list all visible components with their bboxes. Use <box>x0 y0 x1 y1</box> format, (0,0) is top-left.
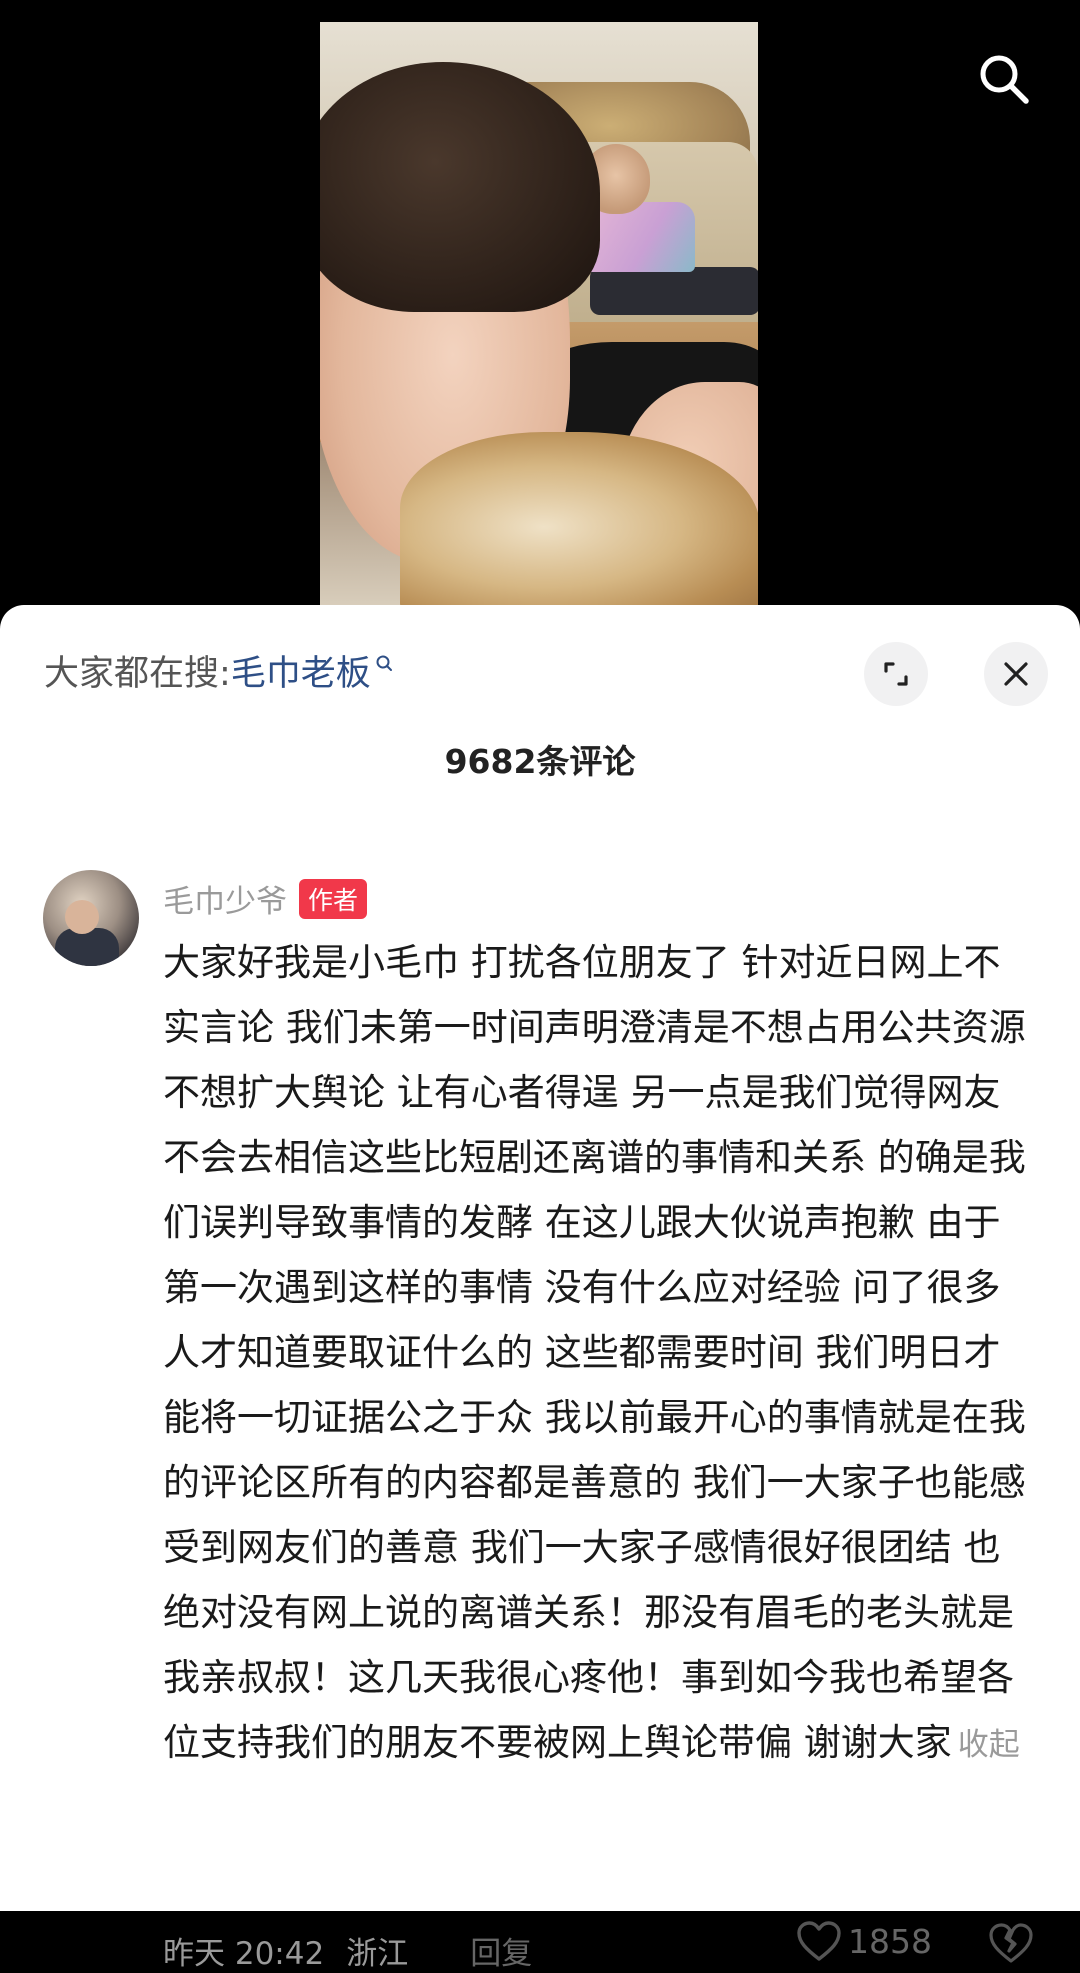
video-thumbnail[interactable] <box>320 22 758 605</box>
comment-count: 9682条评论 <box>444 742 636 781</box>
collapse-link[interactable]: 收起 <box>958 1727 1020 1763</box>
author-badge: 作者 <box>299 878 368 919</box>
search-icon[interactable] <box>976 51 1032 107</box>
trending-search: 大家都在搜: 毛巾老板 <box>44 645 393 696</box>
comment-meta: 昨天 20:42 浙江 回复 <box>163 1928 532 1973</box>
comment-body: 大家好我是小毛巾 打扰各位朋友了 针对近日网上不实言论 我们未第一时间声明澄清是… <box>163 930 1035 1778</box>
avatar-body <box>55 928 119 966</box>
close-button[interactable] <box>984 642 1048 706</box>
reply-button[interactable]: 回复 <box>470 1928 532 1973</box>
comment-text: 大家好我是小毛巾 打扰各位朋友了 针对近日网上不实言论 我们未第一时间声明澄清是… <box>163 941 1026 1764</box>
video-person-legs <box>590 267 758 315</box>
trending-search-prefix: 大家都在搜: <box>44 654 231 694</box>
heart-icon <box>797 1921 841 1961</box>
avatar-head <box>65 900 99 934</box>
author-row: 毛巾少爷 作者 <box>163 876 368 921</box>
like-count: 1858 <box>848 1921 932 1961</box>
comment-sheet: 大家都在搜: 毛巾老板 9682条评论 毛巾少爷 作者 大家好我是小毛巾 打扰各… <box>0 605 1080 1972</box>
expand-icon <box>884 662 908 686</box>
search-mini-icon <box>376 655 392 671</box>
close-icon <box>1004 662 1028 686</box>
like-button[interactable]: 1858 <box>796 1920 932 1962</box>
broken-heart-icon[interactable] <box>988 1920 1034 1966</box>
video-area[interactable] <box>0 0 1080 605</box>
comment-location: 浙江 <box>346 1936 409 1972</box>
comment-time: 昨天 20:42 <box>163 1936 325 1972</box>
video-pillow <box>400 432 758 605</box>
author-name[interactable]: 毛巾少爷 <box>163 876 287 921</box>
expand-button[interactable] <box>864 642 928 706</box>
avatar[interactable] <box>43 870 139 966</box>
trending-search-term[interactable]: 毛巾老板 <box>231 645 371 696</box>
